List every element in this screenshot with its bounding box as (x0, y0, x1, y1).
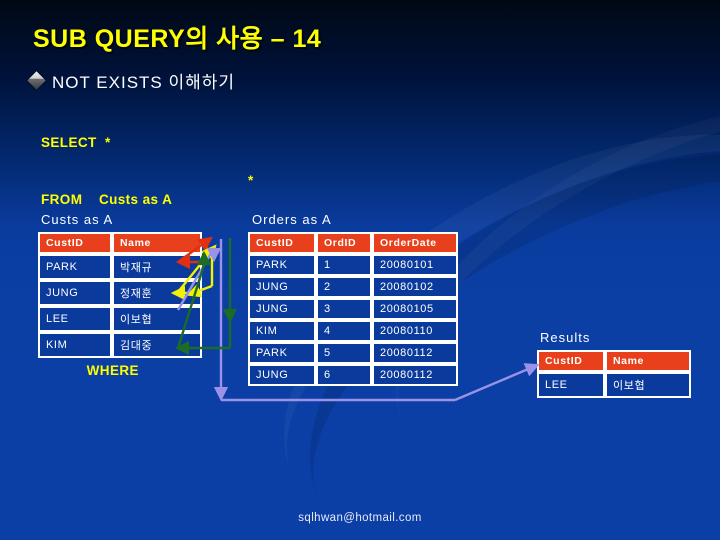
cell-name: 박재규 (112, 254, 202, 280)
table-row: JUNG 3 20080105 (248, 298, 458, 320)
cell-orderdate: 20080110 (372, 320, 458, 342)
custs-table: CustID Name PARK 박재규 JUNG 정재훈 LEE 이보협 KI… (38, 232, 202, 358)
custs-col-name: Name (112, 232, 202, 254)
cell-ordid: 6 (316, 364, 372, 386)
custs-col-custid: CustID (38, 232, 112, 254)
cell-custid: JUNG (248, 276, 316, 298)
table-row: LEE 이보협 (38, 306, 202, 332)
table-row: PARK 박재규 (38, 254, 202, 280)
cell-ordid: 3 (316, 298, 372, 320)
bullet-item: NOT EXISTS 이해하기 (27, 68, 236, 93)
cell-name: 김대중 (112, 332, 202, 358)
table-row: PARK 5 20080112 (248, 342, 458, 364)
table-row: JUNG 정재훈 (38, 280, 202, 306)
cell-custid: PARK (38, 254, 112, 280)
sql-line-sub-where: WHERE (41, 363, 139, 378)
cell-custid: JUNG (38, 280, 112, 306)
orders-col-custid: CustID (248, 232, 316, 254)
cell-ordid: 1 (316, 254, 372, 276)
cell-orderdate: 20080105 (372, 298, 458, 320)
results-col-name: Name (605, 350, 691, 372)
cell-custid: PARK (248, 342, 316, 364)
cell-custid: LEE (38, 306, 112, 332)
cell-custid: KIM (248, 320, 316, 342)
cell-custid: LEE (537, 372, 605, 398)
sql-line-select: SELECT * (41, 135, 111, 150)
cell-name: 이보협 (112, 306, 202, 332)
table-row: KIM 김대중 (38, 332, 202, 358)
sql-right-star: * (248, 173, 254, 188)
table-row: JUNG 6 20080112 (248, 364, 458, 386)
cell-ordid: 4 (316, 320, 372, 342)
table-row: KIM 4 20080110 (248, 320, 458, 342)
cell-custid: JUNG (248, 364, 316, 386)
cell-ordid: 5 (316, 342, 372, 364)
cell-orderdate: 20080102 (372, 276, 458, 298)
cell-custid: JUNG (248, 298, 316, 320)
table-row: PARK 1 20080101 (248, 254, 458, 276)
cell-name: 정재훈 (112, 280, 202, 306)
cell-custid: KIM (38, 332, 112, 358)
orders-col-ordid: OrdID (316, 232, 372, 254)
cell-custid: PARK (248, 254, 316, 276)
cell-orderdate: 20080101 (372, 254, 458, 276)
slide-canvas: SUB QUERY의 사용 – 14 NOT EXISTS 이해하기 SELEC… (0, 0, 720, 540)
slide-title: SUB QUERY의 사용 – 14 (33, 25, 322, 53)
diamond-bullet-icon (27, 71, 46, 90)
footer-email: sqlhwan@hotmail.com (298, 512, 422, 524)
table-row: LEE 이보협 (537, 372, 691, 398)
table-row: JUNG 2 20080102 (248, 276, 458, 298)
custs-table-label: Custs as A (41, 212, 114, 227)
bullet-label: NOT EXISTS 이해하기 (52, 73, 236, 92)
cell-ordid: 2 (316, 276, 372, 298)
table-header-row: CustID Name (38, 232, 202, 254)
table-header-row: CustID OrdID OrderDate (248, 232, 458, 254)
results-table: CustID Name LEE 이보협 (537, 350, 691, 398)
cell-name: 이보협 (605, 372, 691, 398)
results-table-label: Results (540, 330, 591, 345)
orders-table: CustID OrdID OrderDate PARK 1 20080101 J… (248, 232, 458, 386)
sql-line-from: FROM Custs as A (41, 192, 173, 207)
orders-table-label: Orders as A (252, 212, 332, 227)
results-col-custid: CustID (537, 350, 605, 372)
cell-orderdate: 20080112 (372, 342, 458, 364)
cell-orderdate: 20080112 (372, 364, 458, 386)
orders-col-orderdate: OrderDate (372, 232, 458, 254)
table-header-row: CustID Name (537, 350, 691, 372)
